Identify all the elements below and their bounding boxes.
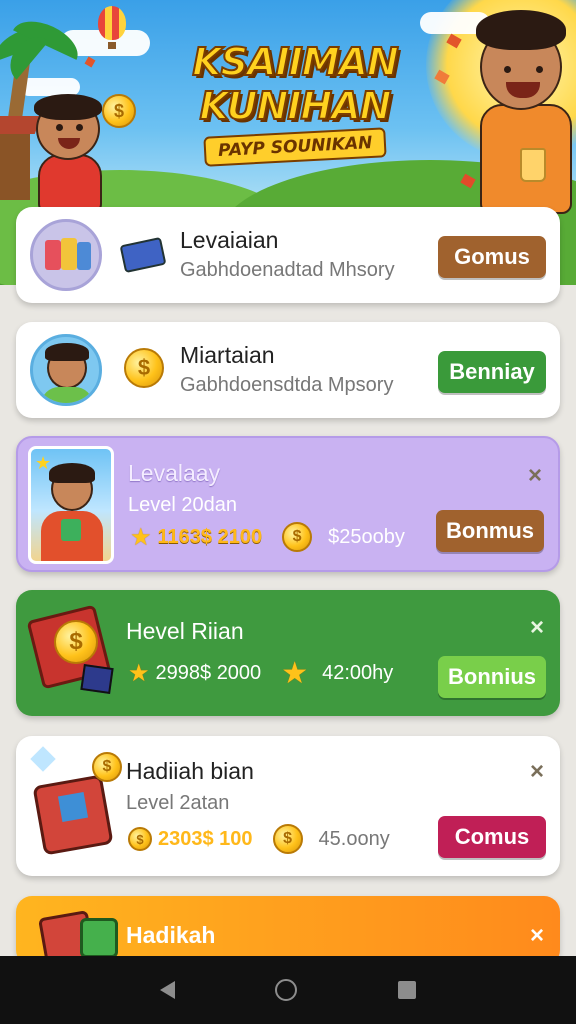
stat-value: 2303$ 100 <box>158 827 253 850</box>
close-icon[interactable]: × <box>528 462 542 490</box>
jars-thumbnail <box>30 219 102 291</box>
juice-glass-icon <box>520 148 546 182</box>
avatar <box>30 334 102 406</box>
back-icon[interactable] <box>160 981 176 999</box>
stat-row: ★ 2998$ 2000 ★ 42:00hy <box>128 656 393 691</box>
card-subtitle: Gabhdoensdtda Mpsory <box>180 374 394 396</box>
reward-card-3[interactable]: ★ Levalaay Level 20dan ★ 1163$ 2100 $25o… <box>16 436 560 572</box>
card-title: Hadikah <box>126 922 216 948</box>
system-navigation-bar <box>0 956 576 1024</box>
bonmus-button[interactable]: Bonmus <box>436 510 544 552</box>
star-icon: ★ <box>130 523 152 551</box>
gold-coin-icon <box>272 824 303 854</box>
confetti-icon <box>84 56 96 68</box>
home-icon[interactable] <box>275 979 298 1001</box>
close-icon[interactable]: × <box>530 614 544 642</box>
stat-row: ★ 1163$ 2100 $25ooby <box>130 522 405 552</box>
stat-secondary: 42:00hy <box>322 662 394 684</box>
gomus-button[interactable]: Gomus <box>438 236 546 278</box>
box-window <box>57 791 89 823</box>
diamond-icon <box>30 746 56 772</box>
stat-value: 1163$ 2100 <box>157 525 263 548</box>
hot-air-balloon-icon <box>98 6 126 49</box>
close-icon[interactable]: × <box>530 758 544 786</box>
stat-value: 2998$ 2000 <box>155 662 262 684</box>
reward-card-2[interactable]: Miartaian Gabhdoensdtda Mpsory Benniay <box>16 322 560 418</box>
reward-card-5[interactable]: Hadiiah bian Level 2atan 2303$ 100 45.oo… <box>16 736 560 876</box>
card-title: Hevel Riian <box>126 618 244 644</box>
comus-button[interactable]: Comus <box>438 816 546 858</box>
card-title: Levaiaian <box>180 227 279 253</box>
reward-card-4[interactable]: Hevel Riian ★ 2998$ 2000 ★ 42:00hy × Bon… <box>16 590 560 716</box>
card-title: Levalaay <box>128 460 221 486</box>
benniay-button[interactable]: Benniay <box>438 351 546 393</box>
gold-coin-icon <box>102 94 136 128</box>
star-icon: ★ <box>281 657 309 690</box>
gold-coin-icon <box>128 827 152 851</box>
title-line-2: KUNIHAN <box>199 83 393 129</box>
card-subtitle: Gabhdoenadtad Mhsory <box>180 259 395 281</box>
gold-coin-icon <box>124 348 164 388</box>
stat-secondary: $25ooby <box>328 525 405 548</box>
card-subtitle: Level 2atan <box>126 792 230 814</box>
game-title: KSAIIMAN KUNIHAN PAYP SOUNIKAN <box>170 39 420 167</box>
title-line-1: KSAIIMAN <box>191 39 400 85</box>
boy-character-right <box>460 8 576 214</box>
character-thumbnail: ★ <box>28 446 114 564</box>
stat-secondary: 45.oony <box>318 827 390 850</box>
recent-apps-icon[interactable] <box>397 981 416 999</box>
stat-row: 2303$ 100 45.oony <box>128 824 390 854</box>
close-icon[interactable]: × <box>530 922 544 950</box>
card-title: Miartaian <box>180 342 275 368</box>
box-icon <box>119 236 167 274</box>
gold-coin-icon <box>282 522 313 552</box>
box-icon <box>80 664 114 694</box>
reward-card-1[interactable]: Levaiaian Gabhdoenadtad Mhsory Gomus <box>16 207 560 303</box>
bonnius-button[interactable]: Bonnius <box>438 656 546 698</box>
gold-coin-icon <box>54 620 98 664</box>
star-icon: ★ <box>128 660 150 687</box>
gold-coin-icon <box>92 752 122 782</box>
card-title: Hadiiah bian <box>126 758 254 784</box>
gift-box-icon <box>80 918 118 958</box>
card-subtitle: Level 20dan <box>128 494 237 516</box>
subtitle-ribbon: PAYP SOUNIKAN <box>203 127 387 167</box>
